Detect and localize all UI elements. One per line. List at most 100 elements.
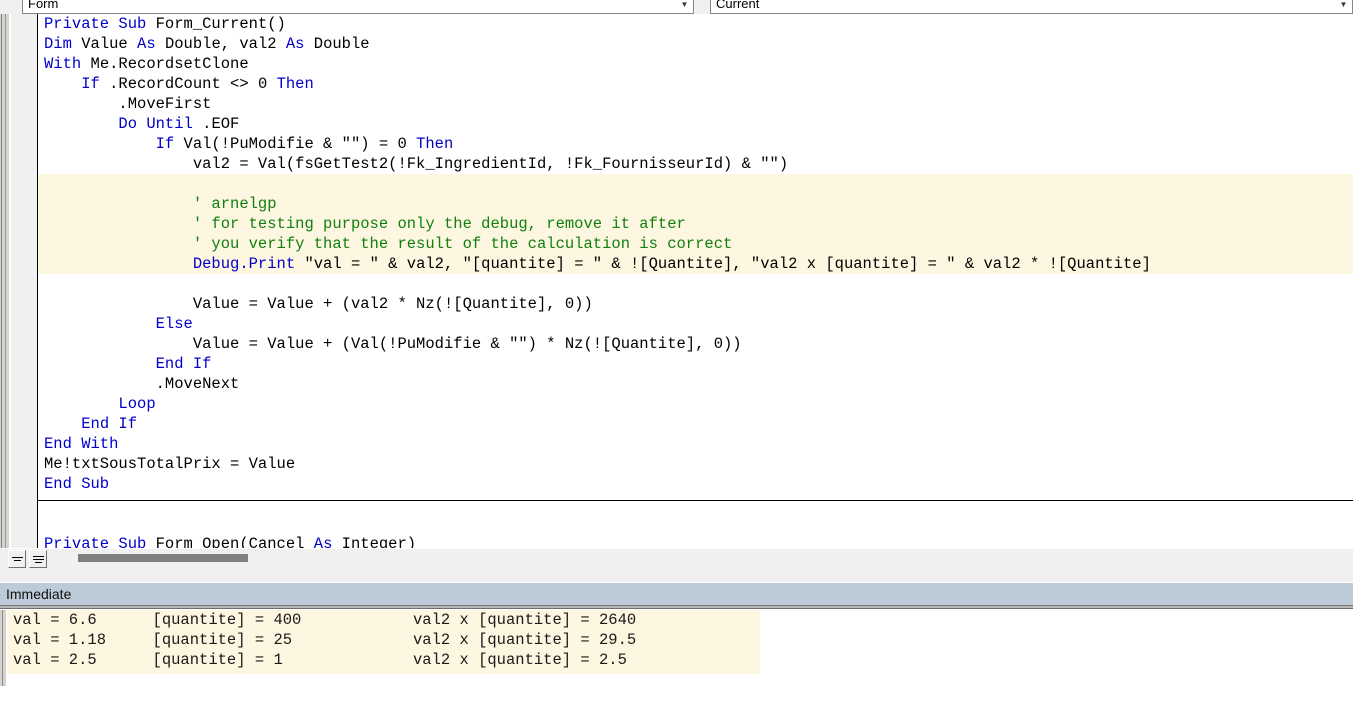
code-line[interactable]: With Me.RecordsetClone: [38, 54, 1353, 74]
horizontal-scrollbar[interactable]: [50, 549, 1353, 568]
code-token-id: val2 = Val(fsGetTest2(!Fk_IngredientId, …: [44, 155, 789, 173]
code-token-kw: Private Sub: [44, 535, 156, 548]
object-dropdown-value: Form: [28, 0, 59, 11]
glyph-bar: [34, 561, 42, 563]
code-line[interactable]: If Val(!PuModifie & "") = 0 Then: [38, 134, 1353, 154]
glyph-bar: [13, 560, 21, 561]
code-token-kw: Else: [155, 315, 193, 333]
code-token-id: "val = " & val2, "[quantite] = " & ![Qua…: [304, 255, 1151, 273]
code-line[interactable]: Dim Value As Double, val2 As Double: [38, 34, 1353, 54]
procedure-view-icon[interactable]: [8, 550, 26, 568]
combo-gap: [696, 0, 708, 14]
code-token-kw: As: [285, 35, 314, 53]
code-token-kw: With: [44, 55, 91, 73]
chevron-down-icon[interactable]: ▼: [1335, 0, 1352, 13]
code-token-id: Value: [81, 35, 138, 53]
code-token-id: [44, 135, 156, 153]
code-token-kw: As: [137, 35, 165, 53]
code-editor-pane[interactable]: Private Sub Form_Current() Dim Value As D…: [0, 14, 1353, 548]
code-token-kw: Loop: [118, 395, 156, 413]
code-line[interactable]: [38, 274, 1353, 294]
chevron-down-icon[interactable]: ▼: [676, 0, 693, 13]
code-token-kw: Then: [416, 135, 454, 153]
code-line[interactable]: ' you verify that the result of the calc…: [38, 234, 1353, 254]
full-module-view-icon[interactable]: [29, 550, 47, 568]
code-token-kw: Dim: [44, 35, 82, 53]
editor-margin-indicator-bar[interactable]: [11, 14, 37, 548]
code-line[interactable]: Private Sub Form_Current(): [38, 14, 1353, 34]
immediate-output-line: val = 2.5 [quantite] = 1 val2 x [quantit…: [13, 651, 627, 669]
code-token-id: Value = Value + (Val(!PuModifie & "") * …: [44, 335, 742, 353]
procedure-separator-line: [38, 500, 1353, 501]
code-window-dropdown-bar: Form ▼ Current ▼: [0, 0, 1353, 14]
code-line[interactable]: ' for testing purpose only the debug, re…: [38, 214, 1353, 234]
code-line[interactable]: Else: [38, 314, 1353, 334]
code-text-area[interactable]: Private Sub Form_Current() Dim Value As D…: [38, 14, 1353, 548]
immediate-window-border: [0, 605, 1353, 609]
code-line[interactable]: Value = Value + (Val(!PuModifie & "") * …: [38, 334, 1353, 354]
immediate-window: Immediate val = 6.6 [quantite] = 400 val…: [0, 583, 1353, 703]
code-line[interactable]: val2 = Val(fsGetTest2(!Fk_IngredientId, …: [38, 154, 1353, 174]
code-line[interactable]: Debug.Print "val = " & val2, "[quantite]…: [38, 254, 1353, 274]
immediate-left-rail: [0, 610, 6, 686]
code-token-id: [44, 395, 118, 413]
code-token-id: Double, val2: [164, 35, 286, 53]
code-token-kw: End With: [44, 435, 119, 453]
code-token-id: [44, 115, 118, 133]
code-token-cm: ' for testing purpose only the debug, re…: [44, 215, 686, 233]
code-token-id: Double: [313, 35, 370, 53]
glyph-bar: [32, 558, 44, 560]
code-line[interactable]: Value = Value + (val2 * Nz(![Quantite], …: [38, 294, 1353, 314]
code-token-kw: Private Sub: [44, 15, 156, 33]
code-line[interactable]: End If: [38, 354, 1353, 374]
code-token-id: [44, 75, 81, 93]
code-line[interactable]: .MoveNext: [38, 374, 1353, 394]
glyph-bar: [11, 557, 23, 558]
code-token-id: Form_Current(): [155, 15, 286, 33]
code-token-id: [44, 315, 156, 333]
code-line[interactable]: End If: [38, 414, 1353, 434]
code-token-kw: Then: [276, 75, 314, 93]
immediate-output-line: val = 6.6 [quantite] = 400 val2 x [quant…: [13, 611, 637, 629]
code-token-id: Value = Value + (val2 * Nz(![Quantite], …: [44, 295, 593, 313]
code-line[interactable]: If .RecordCount <> 0 Then: [38, 74, 1353, 94]
code-token-kw: End Sub: [44, 475, 110, 493]
code-token-kw: As: [313, 535, 342, 548]
code-line[interactable]: End Sub: [38, 474, 1353, 494]
code-token-kw: If: [155, 135, 184, 153]
immediate-output-text[interactable]: val = 6.6 [quantite] = 400 val2 x [quant…: [7, 610, 760, 674]
procedure-dropdown[interactable]: Current ▼: [710, 0, 1353, 14]
code-line[interactable]: ' arnelgp: [38, 194, 1353, 214]
code-token-kw: If: [81, 75, 110, 93]
code-token-kw: Debug.Print: [44, 255, 305, 273]
code-token-cm: ' you verify that the result of the calc…: [44, 235, 733, 253]
immediate-output-line: val = 1.18 [quantite] = 25 val2 x [quant…: [13, 631, 637, 649]
code-token-id: .RecordCount <> 0: [109, 75, 277, 93]
code-token-id: [44, 415, 81, 433]
procedure-dropdown-value: Current: [716, 0, 760, 11]
horizontal-scrollbar-thumb[interactable]: [78, 554, 248, 562]
object-dropdown[interactable]: Form ▼: [22, 0, 694, 14]
code-line[interactable]: [38, 174, 1353, 194]
code-line[interactable]: [38, 514, 1353, 534]
editor-left-rail: [0, 14, 10, 548]
code-token-id: .MoveFirst: [44, 95, 212, 113]
code-token-id: Integer): [341, 535, 417, 548]
code-line[interactable]: Private Sub Form_Open(Cancel As Integer): [38, 534, 1353, 548]
immediate-window-titlebar[interactable]: Immediate: [0, 583, 1353, 605]
immediate-window-body[interactable]: val = 6.6 [quantite] = 400 val2 x [quant…: [0, 610, 1353, 686]
code-token-kw: End If: [155, 355, 212, 373]
code-line[interactable]: End With: [38, 434, 1353, 454]
code-line[interactable]: Do Until .EOF: [38, 114, 1353, 134]
code-token-id: [44, 355, 156, 373]
code-token-id: Me.RecordsetClone: [90, 55, 249, 73]
code-token-id: .EOF: [202, 115, 240, 133]
code-line[interactable]: Loop: [38, 394, 1353, 414]
code-line[interactable]: Me!txtSousTotalPrix = Value: [38, 454, 1353, 474]
glyph-bar: [32, 555, 44, 557]
code-line[interactable]: .MoveFirst: [38, 94, 1353, 114]
code-token-id: Val(!PuModifie & "") = 0: [183, 135, 417, 153]
code-token-cm: ' arnelgp: [44, 195, 277, 213]
code-token-kw: Do Until: [118, 115, 203, 133]
code-line[interactable]: [38, 494, 1353, 514]
